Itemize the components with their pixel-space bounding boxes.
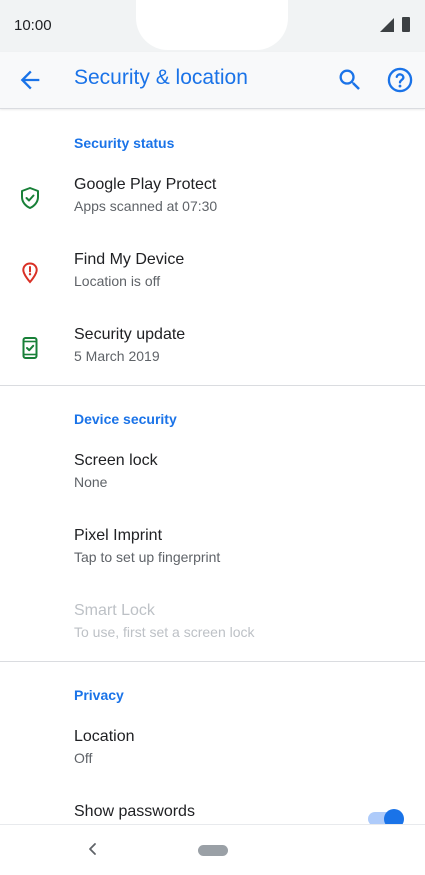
pixel-imprint-subtitle: Tap to set up fingerprint <box>74 549 221 565</box>
security-update-subtitle: 5 March 2019 <box>74 348 160 364</box>
location-item[interactable]: Location Off <box>0 714 425 786</box>
shield-check-icon <box>21 187 39 209</box>
screen-lock-subtitle: None <box>74 474 108 490</box>
location-alert-icon <box>22 262 38 284</box>
pixel-imprint-item[interactable]: Pixel Imprint Tap to set up fingerprint <box>0 513 425 585</box>
show-passwords-title: Show passwords <box>74 803 195 820</box>
find-my-device-item[interactable]: Find My Device Location is off <box>0 237 425 309</box>
battery-icon <box>402 17 410 32</box>
find-my-device-title: Find My Device <box>74 251 185 268</box>
phone-check-icon <box>22 337 38 359</box>
app-toolbar: Security & location <box>0 52 425 109</box>
status-bar: 10:00 <box>0 0 425 52</box>
play-protect-subtitle: Apps scanned at 07:30 <box>74 198 218 214</box>
screen-lock-item[interactable]: Screen lock None <box>0 438 425 510</box>
help-icon[interactable] <box>386 66 414 94</box>
play-protect-item[interactable]: Google Play Protect Apps scanned at 07:3… <box>0 162 425 234</box>
section-header-privacy: Privacy <box>74 687 124 703</box>
screen-lock-title: Screen lock <box>74 452 158 469</box>
smart-lock-item: Smart Lock To use, first set a screen lo… <box>0 588 425 660</box>
system-nav-bar <box>0 824 425 875</box>
search-icon[interactable] <box>336 66 364 94</box>
find-my-device-subtitle: Location is off <box>74 273 161 289</box>
security-update-item[interactable]: Security update 5 March 2019 <box>0 312 425 384</box>
page-title: Security & location <box>74 66 248 89</box>
nav-back-icon[interactable] <box>84 839 102 859</box>
section-header-device-security: Device security <box>74 411 177 427</box>
location-subtitle: Off <box>74 750 93 766</box>
play-protect-title: Google Play Protect <box>74 176 217 193</box>
smart-lock-title: Smart Lock <box>74 602 155 619</box>
security-update-title: Security update <box>74 326 186 343</box>
smart-lock-subtitle: To use, first set a screen lock <box>74 624 255 640</box>
location-title: Location <box>74 728 135 745</box>
status-time: 10:00 <box>14 17 52 34</box>
section-divider <box>0 385 425 386</box>
arrow-back-icon[interactable] <box>16 66 44 94</box>
display-notch <box>136 0 288 50</box>
nav-home-pill[interactable] <box>198 845 228 856</box>
section-header-security-status: Security status <box>74 135 175 151</box>
signal-icon <box>380 18 394 32</box>
section-divider <box>0 661 425 662</box>
pixel-imprint-title: Pixel Imprint <box>74 527 163 544</box>
